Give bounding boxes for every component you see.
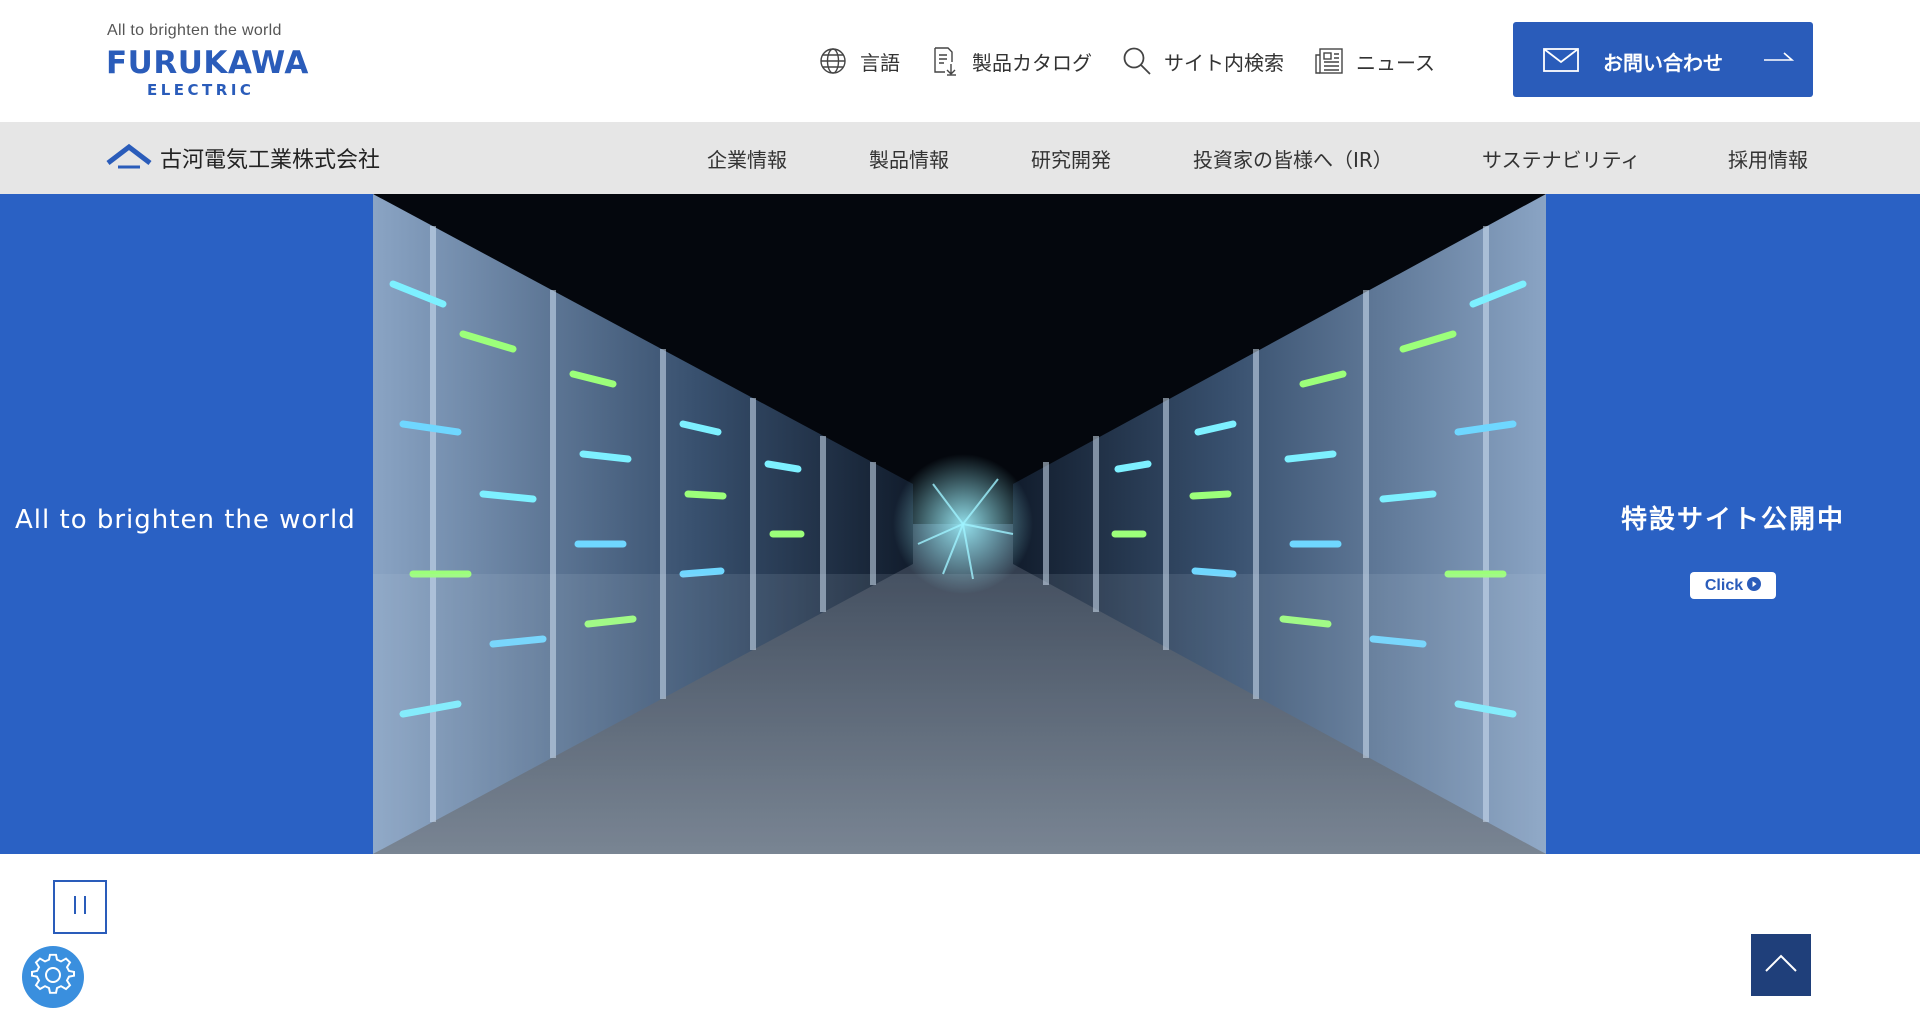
nav-sustainability[interactable]: サステナビリティ (1482, 144, 1640, 173)
news-label: ニュース (1356, 50, 1435, 75)
product-catalog-link[interactable]: 製品カタログ (930, 46, 1092, 76)
hero-video-data-center (373, 194, 1546, 854)
language-link[interactable]: 言語 (818, 46, 900, 76)
hero-tagline: All to brighten the world (15, 505, 356, 535)
company-name: 古河電気工業株式会社 (160, 148, 381, 173)
globe-icon (818, 46, 848, 76)
gear-icon (31, 953, 75, 1001)
nav-product-info[interactable]: 製品情報 (869, 144, 949, 173)
news-link[interactable]: ニュース (1314, 46, 1435, 76)
furukawa-logo[interactable]: All to brighten the world FURUKAWA ELECT… (106, 20, 312, 100)
company-home-link[interactable]: 古河電気工業株式会社 (106, 142, 380, 174)
logo-subtitle: ELECTRIC (147, 81, 255, 99)
nav-investors[interactable]: 投資家の皆様へ（IR） (1193, 144, 1393, 173)
language-label: 言語 (860, 50, 900, 75)
product-catalog-label: 製品カタログ (972, 50, 1092, 75)
logo-tagline: All to brighten the world (107, 22, 282, 39)
click-label: Click (1704, 576, 1744, 594)
utility-nav: 言語 製品カタログ サイト内検索 ニュース (818, 44, 1465, 78)
news-icon (1314, 46, 1344, 76)
pause-icon (71, 895, 89, 919)
special-site-click-button[interactable]: Click (1690, 572, 1776, 599)
site-search-label: サイト内検索 (1164, 50, 1284, 75)
nav-corporate-info[interactable]: 企業情報 (707, 144, 787, 173)
search-icon (1122, 46, 1152, 76)
company-mark-icon (106, 143, 152, 173)
mail-icon (1543, 48, 1579, 76)
play-circle-icon (1747, 576, 1762, 595)
logo-wordmark: FURUKAWA (106, 45, 309, 81)
back-to-top-button[interactable] (1751, 934, 1811, 996)
global-nav: 古河電気工業株式会社 企業情報 製品情報 研究開発 投資家の皆様へ（IR） サス… (0, 122, 1920, 194)
site-header: All to brighten the world FURUKAWA ELECT… (0, 0, 1920, 122)
accessibility-settings-button[interactable] (22, 946, 84, 1008)
special-site-heading: 特設サイト公開中 (1620, 505, 1845, 535)
site-search-link[interactable]: サイト内検索 (1122, 46, 1284, 76)
chevron-up-icon (1764, 953, 1798, 977)
arrow-right-icon (1764, 50, 1795, 70)
contact-label: お問い合わせ (1603, 51, 1723, 75)
nav-careers[interactable]: 採用情報 (1728, 144, 1808, 173)
nav-research[interactable]: 研究開発 (1031, 144, 1111, 173)
contact-button[interactable]: お問い合わせ (1513, 22, 1813, 97)
hero-banner: All to brighten the world 特設サイト公開中 Click (0, 194, 1920, 854)
catalog-download-icon (930, 46, 960, 76)
pause-video-button[interactable] (53, 880, 107, 934)
